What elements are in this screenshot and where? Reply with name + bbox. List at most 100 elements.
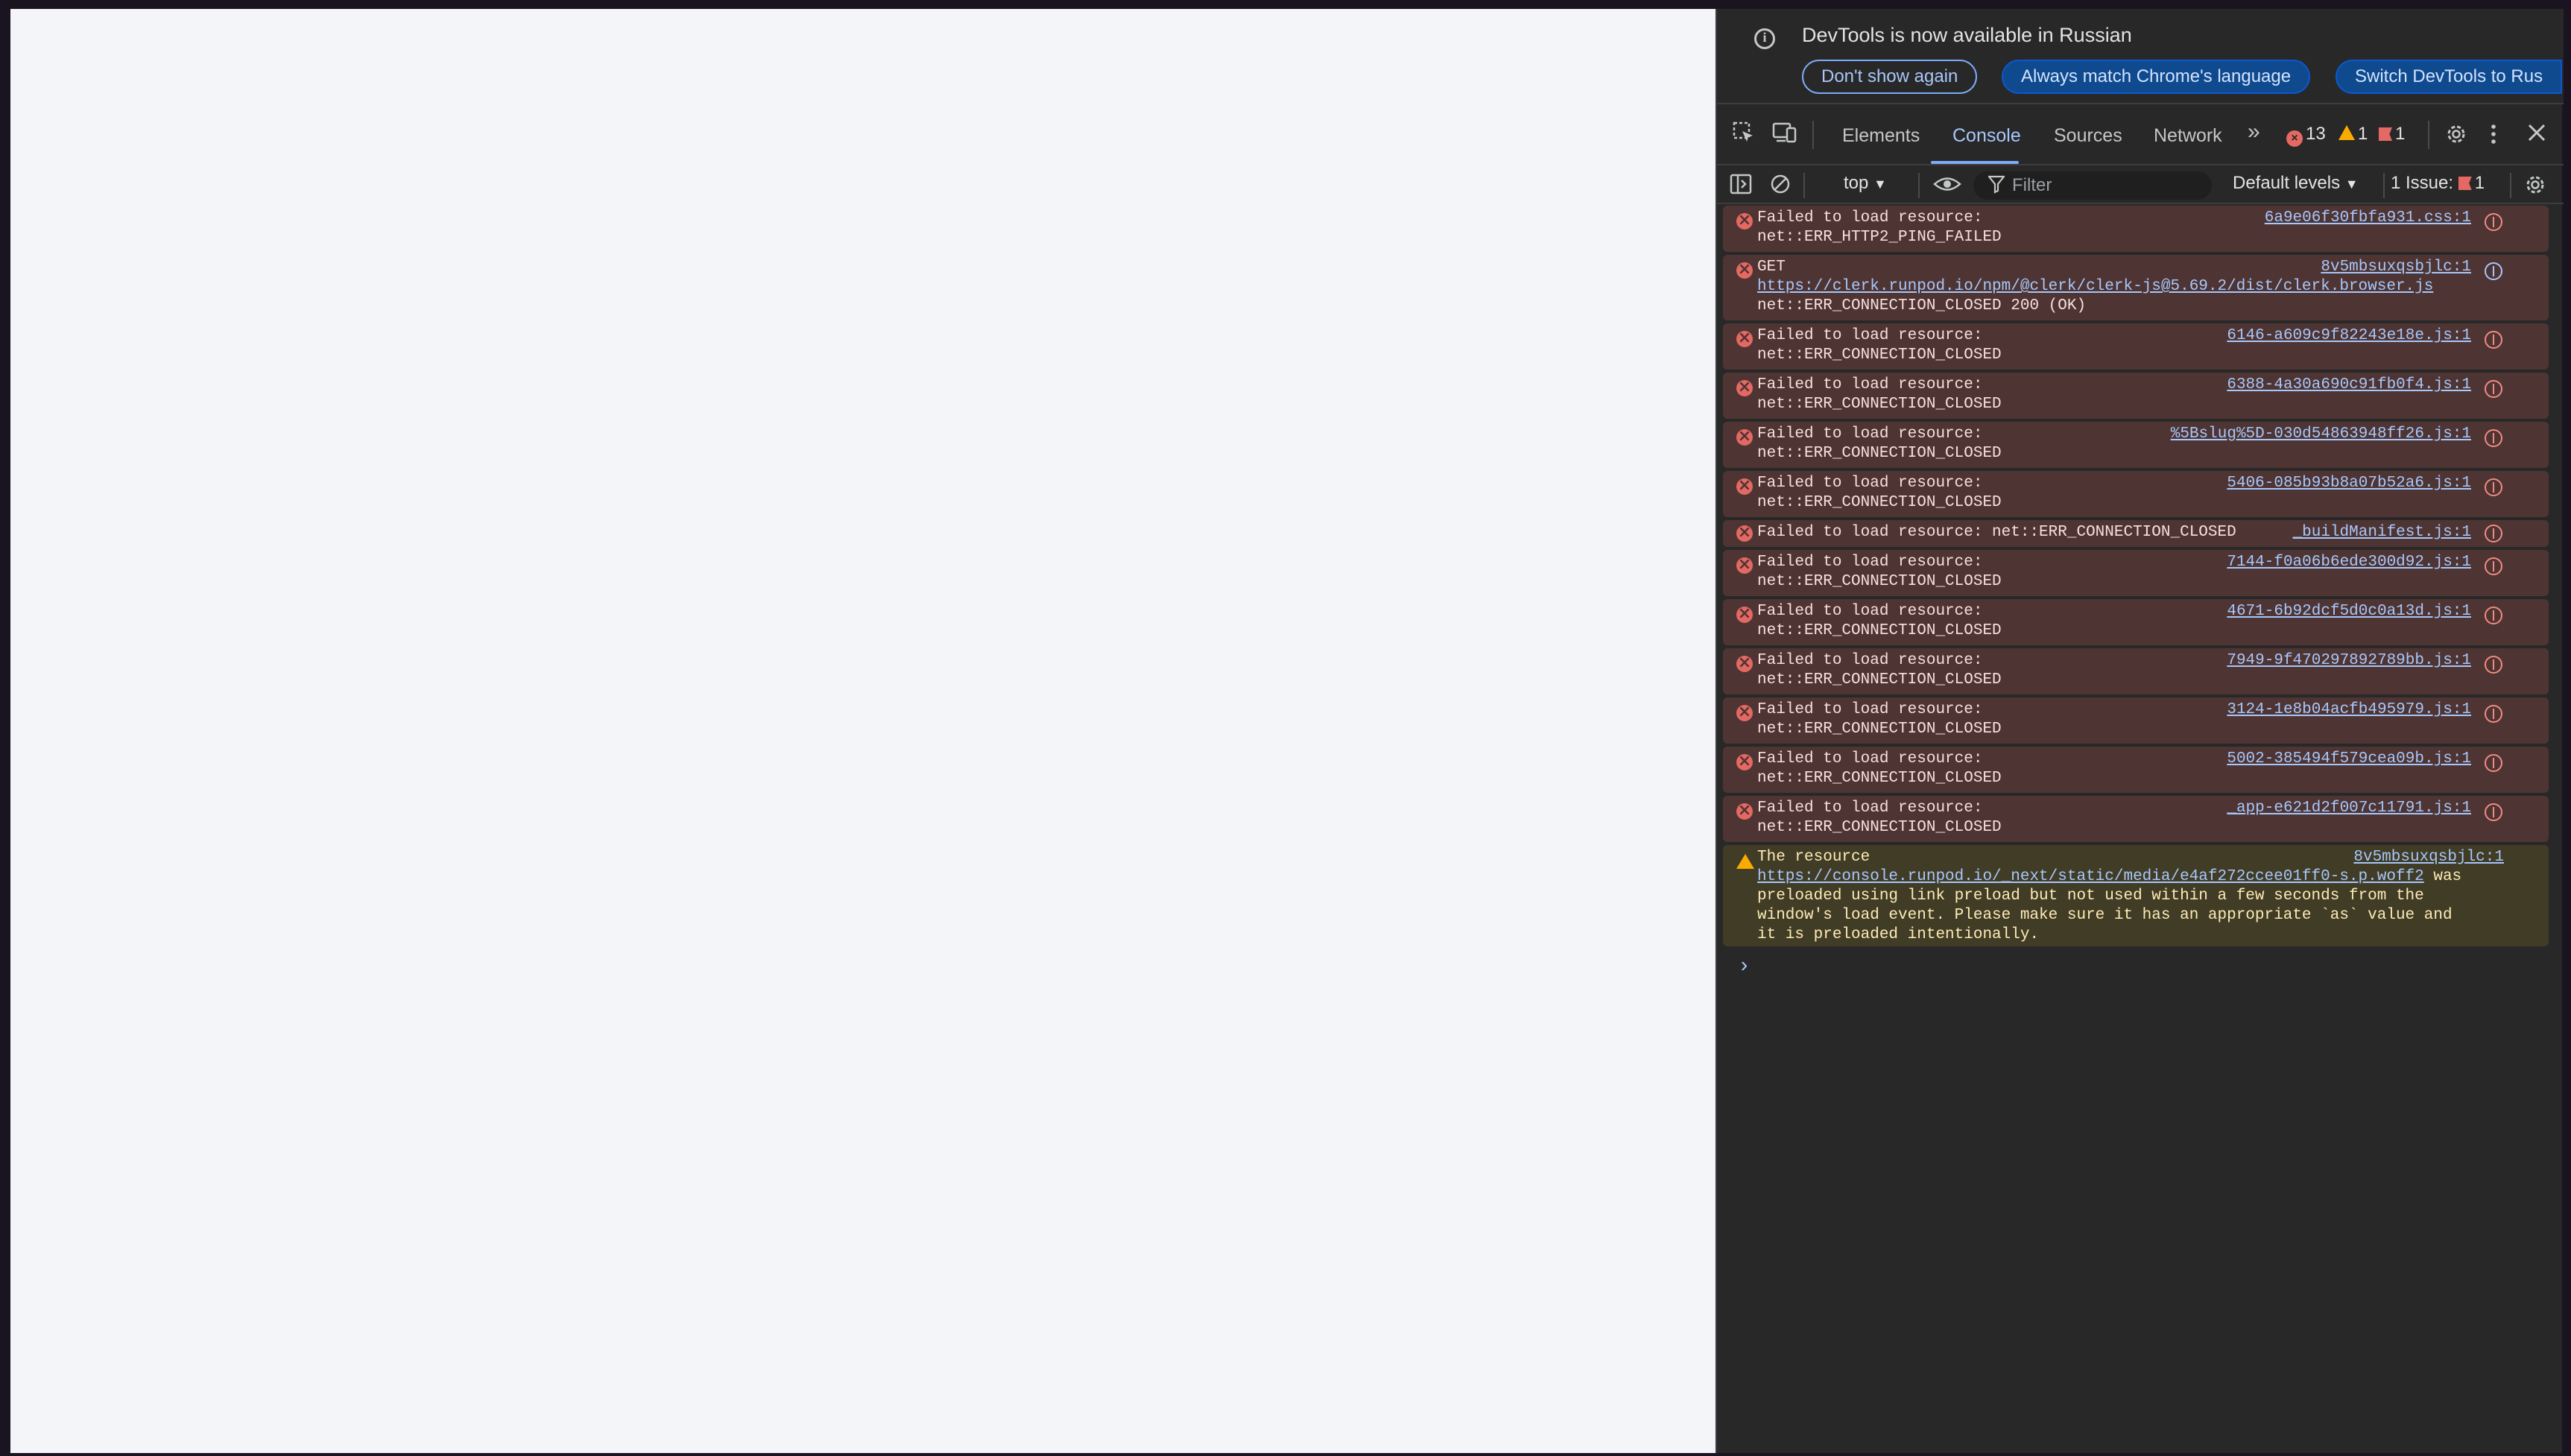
settings-gear-icon[interactable]	[2444, 122, 2468, 152]
error-icon	[1736, 555, 1753, 575]
tab-console[interactable]: Console	[1952, 125, 2021, 147]
live-expression-eye-icon[interactable]	[1933, 173, 1961, 201]
console-error-message[interactable]: Failed to load resource: net::ERR_HTTP2_…	[1723, 206, 2549, 252]
source-link[interactable]: 8v5mbsuxqsbjlc:1	[2353, 848, 2504, 867]
divider	[2383, 173, 2385, 198]
message-line: Failed to load resource:	[1757, 327, 1983, 344]
network-request-icon[interactable]	[2485, 525, 2502, 542]
device-toolbar-icon[interactable]	[1772, 121, 1797, 151]
log-levels-dropdown[interactable]: Default levels ▼	[2233, 173, 2359, 194]
dont-show-again-button[interactable]: Don't show again	[1802, 60, 1978, 94]
switch-language-button[interactable]: Switch DevTools to Rus	[2336, 60, 2563, 94]
error-count-badge[interactable]: × 13	[2286, 124, 2326, 147]
message-line: GET	[1757, 259, 1786, 276]
source-link[interactable]: 5002-385494f579cea09b.js:1	[2227, 750, 2471, 769]
request-url-link[interactable]: https://clerk.runpod.io/npm/@clerk/clerk…	[1757, 278, 2433, 295]
close-icon[interactable]	[2526, 122, 2547, 149]
console-error-message[interactable]: Failed to load resource: net::ERR_CONNEC…	[1723, 323, 2549, 370]
network-request-icon[interactable]	[2485, 607, 2502, 624]
console-error-message[interactable]: Failed to load resource: net::ERR_CONNEC…	[1723, 520, 2549, 547]
message-text: Failed to load resource: net::ERR_CONNEC…	[1757, 474, 2002, 513]
source-link[interactable]: %5Bslug%5D-030d54863948ff26.js:1	[2171, 425, 2471, 444]
error-icon	[1736, 476, 1753, 496]
tab-sources[interactable]: Sources	[2054, 125, 2122, 147]
console-error-message[interactable]: Failed to load resource: net::ERR_CONNEC…	[1723, 471, 2549, 517]
message-line: net::ERR_CONNECTION_CLOSED	[1757, 445, 2002, 462]
more-options-icon[interactable]	[2489, 122, 2498, 152]
infobar-message: DevTools is now available in Russian	[1802, 24, 2132, 46]
console-error-message[interactable]: Failed to load resource: net::ERR_CONNEC…	[1723, 697, 2549, 744]
source-link[interactable]: 6388-4a30a690c91fb0f4.js:1	[2227, 376, 2471, 395]
network-request-icon[interactable]	[2485, 213, 2502, 231]
source-link[interactable]: 6a9e06f30fbfa931.css:1	[2265, 209, 2471, 228]
console-warning-message[interactable]: The resource https://console.runpod.io/_…	[1723, 845, 2549, 946]
network-request-icon[interactable]	[2485, 380, 2502, 398]
active-tab-indicator	[1931, 161, 2019, 164]
page-viewport	[10, 9, 1715, 1453]
network-request-icon[interactable]	[2485, 803, 2502, 821]
console-error-message[interactable]: Failed to load resource: net::ERR_CONNEC…	[1723, 373, 2549, 419]
error-icon	[1736, 523, 1753, 542]
network-request-icon[interactable]	[2485, 705, 2502, 723]
console-error-message[interactable]: Failed to load resource: net::ERR_CONNEC…	[1723, 599, 2549, 645]
message-line: preloaded using link preload but not use…	[1757, 887, 2424, 905]
source-link[interactable]: 7144-f0a06b6ede300d92.js:1	[2227, 553, 2471, 572]
message-line: it is preloaded intentionally.	[1757, 926, 2040, 943]
filter-input[interactable]: Filter	[1973, 171, 2212, 200]
error-icon: ×	[2286, 130, 2303, 147]
warning-count-badge[interactable]: 1	[2338, 124, 2368, 145]
message-line: Failed to load resource:	[1757, 701, 1983, 718]
source-link[interactable]: 7949-9f470297892789bb.js:1	[2227, 651, 2471, 671]
network-request-icon[interactable]	[2485, 262, 2502, 280]
message-line: net::ERR_CONNECTION_CLOSED	[1757, 622, 2002, 639]
message-line: Failed to load resource:	[1757, 209, 1983, 227]
console-error-message[interactable]: Failed to load resource: net::ERR_CONNEC…	[1723, 648, 2549, 694]
chevron-down-icon: ▼	[2344, 177, 2359, 192]
error-icon	[1736, 604, 1753, 624]
source-link[interactable]: _buildManifest.js:1	[2293, 523, 2471, 542]
network-request-icon[interactable]	[2485, 478, 2502, 496]
context-label: top	[1844, 173, 1869, 193]
issue-count: 1	[2395, 124, 2406, 144]
console-settings-gear-icon[interactable]	[2523, 173, 2547, 203]
message-line: net::ERR_CONNECTION_CLOSED 200 (OK)	[1757, 297, 2087, 314]
network-request-icon[interactable]	[2485, 754, 2502, 772]
issue-count-badge[interactable]: 1	[2379, 124, 2405, 145]
context-selector[interactable]: top ▼	[1844, 173, 1887, 194]
console-error-message[interactable]: Failed to load resource: net::ERR_CONNEC…	[1723, 422, 2549, 468]
message-line: Failed to load resource:	[1757, 800, 1983, 817]
clear-console-icon[interactable]	[1769, 173, 1792, 201]
source-link[interactable]: 6146-a609c9f82243e18e.js:1	[2227, 326, 2471, 346]
message-text: Failed to load resource: net::ERR_CONNEC…	[1757, 326, 2002, 365]
source-link[interactable]: 5406-085b93b8a07b52a6.js:1	[2227, 474, 2471, 493]
console-error-message[interactable]: Failed to load resource: net::ERR_CONNEC…	[1723, 747, 2549, 793]
tab-elements[interactable]: Elements	[1842, 125, 1920, 147]
console-error-message[interactable]: GET https://clerk.runpod.io/npm/@clerk/c…	[1723, 255, 2549, 320]
source-link[interactable]: 4671-6b92dcf5d0c0a13d.js:1	[2227, 602, 2471, 621]
source-link[interactable]: _app-e621d2f007c11791.js:1	[2227, 799, 2471, 818]
issues-link[interactable]: 1 Issue: 1	[2391, 173, 2485, 194]
resource-url-link[interactable]: https://console.runpod.io/_next/static/m…	[1757, 868, 2424, 885]
console-prompt[interactable]: ›	[1738, 955, 1751, 978]
error-icon	[1736, 653, 1753, 673]
network-request-icon[interactable]	[2485, 656, 2502, 674]
console-error-message[interactable]: Failed to load resource: net::ERR_CONNEC…	[1723, 796, 2549, 842]
console-error-message[interactable]: Failed to load resource: net::ERR_CONNEC…	[1723, 550, 2549, 596]
warning-count: 1	[2358, 124, 2368, 144]
source-link[interactable]: 8v5mbsuxqsbjlc:1	[2321, 258, 2471, 277]
network-request-icon[interactable]	[2485, 331, 2502, 349]
more-tabs-icon[interactable]: »	[2248, 119, 2260, 145]
inspect-element-icon[interactable]	[1732, 121, 1756, 151]
network-request-icon[interactable]	[2485, 557, 2502, 575]
network-request-icon[interactable]	[2485, 429, 2502, 447]
sidebar-toggle-icon[interactable]	[1729, 173, 1753, 201]
source-link[interactable]: 3124-1e8b04acfb495979.js:1	[2227, 700, 2471, 720]
tab-network[interactable]: Network	[2154, 125, 2222, 147]
message-line: Failed to load resource:	[1757, 603, 1983, 620]
error-icon	[1736, 378, 1753, 397]
divider	[1918, 173, 1920, 198]
divider	[1812, 121, 1814, 149]
match-chrome-language-button[interactable]: Always match Chrome's language	[2002, 60, 2311, 94]
divider	[1803, 173, 1805, 198]
message-line: net::ERR_CONNECTION_CLOSED	[1757, 671, 2002, 689]
